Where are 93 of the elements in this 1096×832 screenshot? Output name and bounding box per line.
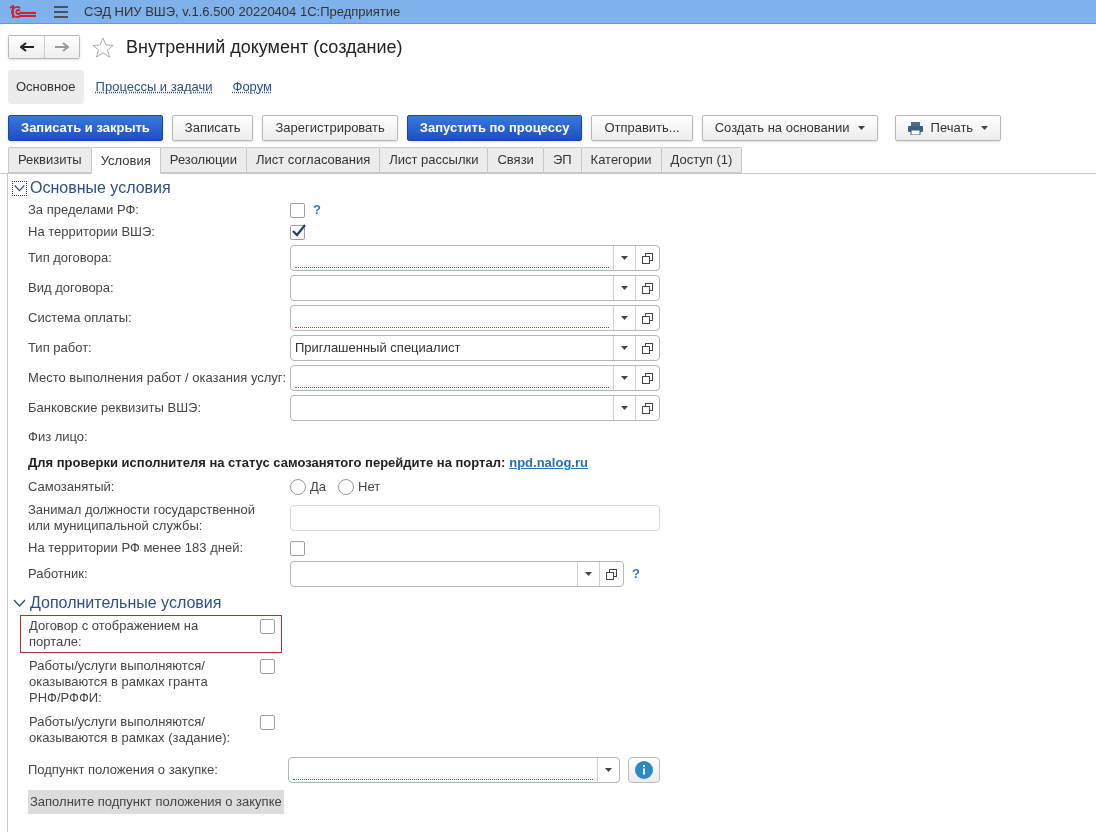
toolbar-button[interactable]: Зарегистрировать: [262, 115, 398, 141]
toolbar-button[interactable]: Отправить...: [591, 115, 693, 141]
checkbox[interactable]: [260, 619, 275, 634]
select-field[interactable]: [290, 365, 660, 391]
text-field[interactable]: [290, 505, 660, 531]
menu-icon[interactable]: [54, 5, 68, 18]
field-label: Договор с отображением на портале:: [29, 618, 200, 650]
back-button[interactable]: [9, 36, 45, 58]
select-field[interactable]: [288, 757, 620, 783]
field-label: Вид договора:: [28, 280, 115, 296]
radio-label: Да: [310, 478, 327, 497]
toolbar-button[interactable]: Создать на основании: [701, 115, 878, 141]
tab[interactable]: ЭП: [542, 147, 582, 173]
checkbox[interactable]: [260, 659, 275, 674]
field-label: Физ лицо:: [28, 429, 89, 445]
open-icon: [642, 372, 653, 384]
notice-text: Для проверки исполнителя на статус самозанятого перейдите на портал:: [28, 454, 506, 473]
checkbox[interactable]: [290, 224, 305, 240]
open-icon: [642, 312, 653, 324]
select-field[interactable]: [290, 561, 624, 587]
caret-icon: [621, 286, 628, 290]
radio-label: Нет: [358, 478, 381, 497]
field-label: Тип работ:: [28, 340, 93, 356]
field-label: Работы/услуги выполняются/оказываются в рамках гранта РНФ/РФФИ:: [29, 658, 209, 706]
toolbar-button[interactable]: Записать и закрыть: [8, 115, 163, 141]
checkmark-icon: [292, 223, 306, 237]
open-icon: [606, 568, 617, 580]
checkbox[interactable]: [290, 202, 305, 218]
field-label: Подпункт положения о закупке:: [28, 761, 219, 780]
open-icon: [642, 342, 653, 354]
section-header[interactable]: Основные условия: [12, 177, 171, 199]
field-label: Система оплаты:: [28, 310, 133, 326]
caret-icon: [621, 406, 628, 410]
field-label: Место выполнения работ / оказания услуг:: [28, 370, 288, 386]
section-link[interactable]: Форум: [224, 70, 280, 104]
select-field[interactable]: [290, 305, 660, 331]
select-field[interactable]: [290, 395, 660, 421]
checkbox[interactable]: [290, 540, 305, 556]
printer-icon: [907, 121, 923, 135]
chevron-icon[interactable]: [12, 180, 27, 196]
caret-icon: [585, 572, 592, 576]
tab[interactable]: Лист согласования: [245, 147, 381, 173]
caret-icon: [857, 126, 865, 130]
help-link[interactable]: ?: [632, 564, 640, 584]
info-button[interactable]: [628, 757, 660, 783]
section-header[interactable]: Дополнительные условия: [12, 591, 222, 615]
field-label: На территории РФ менее 183 дней:: [28, 540, 244, 556]
radio-button[interactable]: [338, 479, 355, 495]
caret-icon: [621, 346, 628, 350]
field-label: Тип договора:: [28, 250, 113, 266]
info-icon: [635, 761, 653, 779]
help-link[interactable]: ?: [313, 200, 321, 220]
caret-icon: [605, 768, 612, 772]
field-label: Банковские реквизиты ВШЭ:: [28, 400, 203, 416]
checkbox[interactable]: [260, 715, 275, 730]
field-label: На территории ВШЭ:: [28, 224, 156, 240]
toolbar-button[interactable]: Запустить по процессу: [406, 115, 583, 141]
caret-icon: [621, 316, 628, 320]
app-title: СЭД НИУ ВШЭ, v.1.6.500 20220404 1С:Предприятие: [84, 2, 401, 21]
open-icon: [642, 402, 653, 414]
tab[interactable]: Категории: [580, 147, 662, 173]
field-label: Работы/услуги выполняются/оказываются в рамках (задание):: [29, 714, 232, 746]
field-label: Самозанятый:: [28, 479, 116, 495]
star-icon[interactable]: [92, 36, 114, 58]
select-field[interactable]: [290, 245, 660, 271]
tab[interactable]: Доступ (1): [660, 147, 743, 173]
select-field[interactable]: [290, 275, 660, 301]
section-link[interactable]: Основное: [8, 70, 84, 104]
field-label: Занимал должности государственной или муниципальной службы:: [28, 502, 257, 534]
hint-text: Заполните подпункт положения о закупке: [28, 790, 284, 814]
portal-link[interactable]: npd.nalog.ru: [509, 453, 588, 473]
right-arrow-icon: [55, 42, 69, 52]
tab[interactable]: Связи: [487, 147, 544, 173]
caret-icon: [981, 126, 989, 130]
caret-icon: [621, 376, 628, 380]
radio-button[interactable]: [290, 479, 306, 495]
section-link[interactable]: Процессы и задачи: [87, 70, 221, 104]
tab[interactable]: Условия: [90, 147, 161, 174]
tab[interactable]: Лист рассылки: [379, 147, 489, 173]
select-value: Приглашенный специалист: [295, 340, 461, 355]
logo-icon: [8, 4, 38, 19]
field-label: За пределами РФ:: [28, 202, 140, 218]
tab[interactable]: Реквизиты: [8, 147, 92, 173]
open-icon: [642, 282, 653, 294]
select-field[interactable]: Приглашенный специалист: [290, 335, 660, 361]
toolbar-button[interactable]: Записать: [171, 115, 254, 141]
print-button[interactable]: Печать: [894, 115, 1002, 141]
field-label: Работник:: [28, 566, 89, 582]
window-title: Внутренний документ (создание): [126, 35, 403, 59]
open-icon: [642, 252, 653, 264]
caret-icon: [621, 256, 628, 260]
tab[interactable]: Резолюции: [159, 147, 247, 173]
left-arrow-icon: [19, 42, 34, 52]
